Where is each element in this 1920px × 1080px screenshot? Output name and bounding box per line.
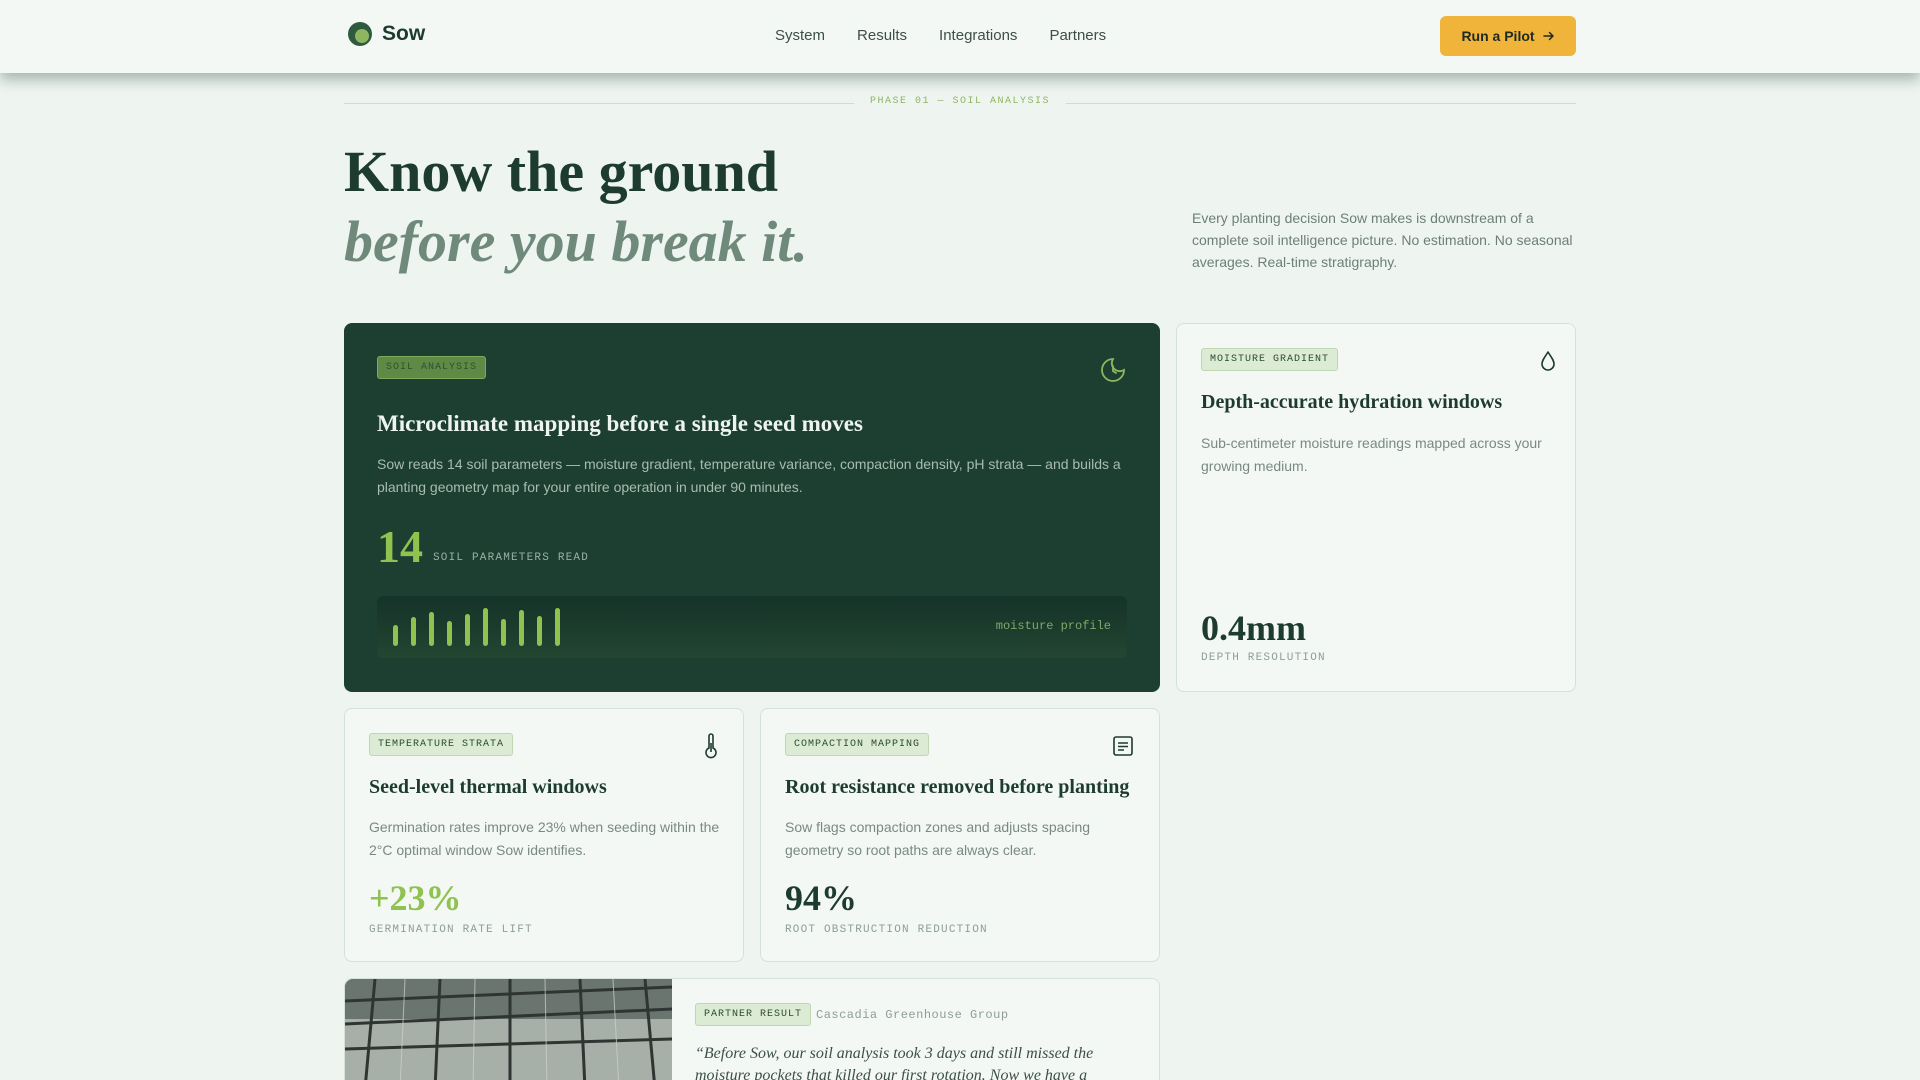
phase-label: PHASE 01 — SOIL ANALYSIS [869,96,1051,107]
greenhouse-photo [345,979,672,1080]
moisture-bar [555,608,560,646]
temperature-card-description: Germination rates improve 23% when seedi… [369,819,720,858]
moisture-bar [411,617,416,646]
moisture-bar [519,610,524,646]
moon-clock-icon [1101,358,1125,382]
run-pilot-label: Run a Pilot [1461,28,1535,44]
hero-description: Every planting decision Sow makes is dow… [1192,210,1573,270]
moisture-bar [465,614,470,646]
main-nav: System Results Integrations Partners [775,27,1106,44]
temperature-strata-tag: TEMPERATURE STRATA [369,733,514,756]
temperature-card-title: Seed-level thermal windows [369,776,607,798]
thermometer-icon [705,733,717,759]
temperature-metric-value: +23% [369,878,462,918]
soil-analysis-tag: SOIL ANALYSIS [377,356,487,379]
compaction-mapping-card: COMPACTION MAPPING Root resistance remov… [760,708,1160,962]
partner-result-tag: PARTNER RESULT [695,1003,812,1026]
hero-title: Know the ground [344,139,779,204]
brand-logo[interactable]: Sow [348,22,425,46]
moisture-bar [501,619,506,646]
greenhouse-structure-image [345,979,672,1080]
moisture-gradient-card: MOISTURE GRADIENT Depth-accurate hydrati… [1176,323,1576,692]
run-pilot-button[interactable]: Run a Pilot [1440,16,1576,56]
moisture-bar [429,612,434,646]
logo-icon [348,22,372,46]
soil-metric-label: SOIL PARAMETERS READ [433,552,590,564]
hero-subtitle: before you break it. [344,209,808,274]
moisture-bar [483,608,488,646]
arrow-right-icon [1542,31,1554,41]
nav-integrations[interactable]: Integrations [939,27,1017,44]
document-list-icon [1113,736,1133,756]
compaction-card-title: Root resistance removed before planting [785,776,1130,798]
soil-card-description: Sow reads 14 soil parameters — moisture … [377,456,1121,495]
partner-quote: “Before Sow, our soil analysis took 3 da… [695,1045,1094,1080]
moisture-gradient-tag: MOISTURE GRADIENT [1201,348,1339,371]
nav-partners[interactable]: Partners [1049,27,1106,44]
soil-card-title: Microclimate mapping before a single see… [377,411,863,436]
moisture-profile-label: moisture profile [995,619,1111,633]
soil-analysis-card: SOIL ANALYSIS Microclimate mapping befor… [344,323,1160,692]
moisture-card-title: Depth-accurate hydration windows [1201,391,1503,413]
moisture-profile-chart: moisture profile [377,596,1127,658]
water-drop-icon [1541,351,1555,371]
moisture-card-description: Sub-centimeter moisture readings mapped … [1201,435,1542,474]
compaction-card-description: Sow flags compaction zones and adjusts s… [785,819,1091,858]
moisture-metric-label: DEPTH RESOLUTION [1201,652,1326,664]
nav-results[interactable]: Results [857,27,907,44]
moisture-metric-value: 0.4mm [1201,608,1306,648]
brand-name: Sow [382,22,426,45]
compaction-metric-value: 94% [785,878,857,918]
soil-metric-value: 14 [377,521,423,572]
site-header: Sow System Results Integrations Partners… [0,0,1920,73]
temperature-metric-label: GERMINATION RATE LIFT [369,924,533,936]
compaction-metric-label: ROOT OBSTRUCTION REDUCTION [785,924,988,936]
compaction-mapping-tag: COMPACTION MAPPING [785,733,930,756]
moisture-bar [447,621,452,646]
temperature-strata-card: TEMPERATURE STRATA Seed-level thermal wi… [344,708,744,962]
moisture-bar [393,625,398,646]
partner-name: Cascadia Greenhouse Group [816,1008,1009,1022]
partner-result-card: PARTNER RESULT Cascadia Greenhouse Group… [344,978,1160,1080]
nav-system[interactable]: System [775,27,825,44]
moisture-bar [537,616,542,646]
